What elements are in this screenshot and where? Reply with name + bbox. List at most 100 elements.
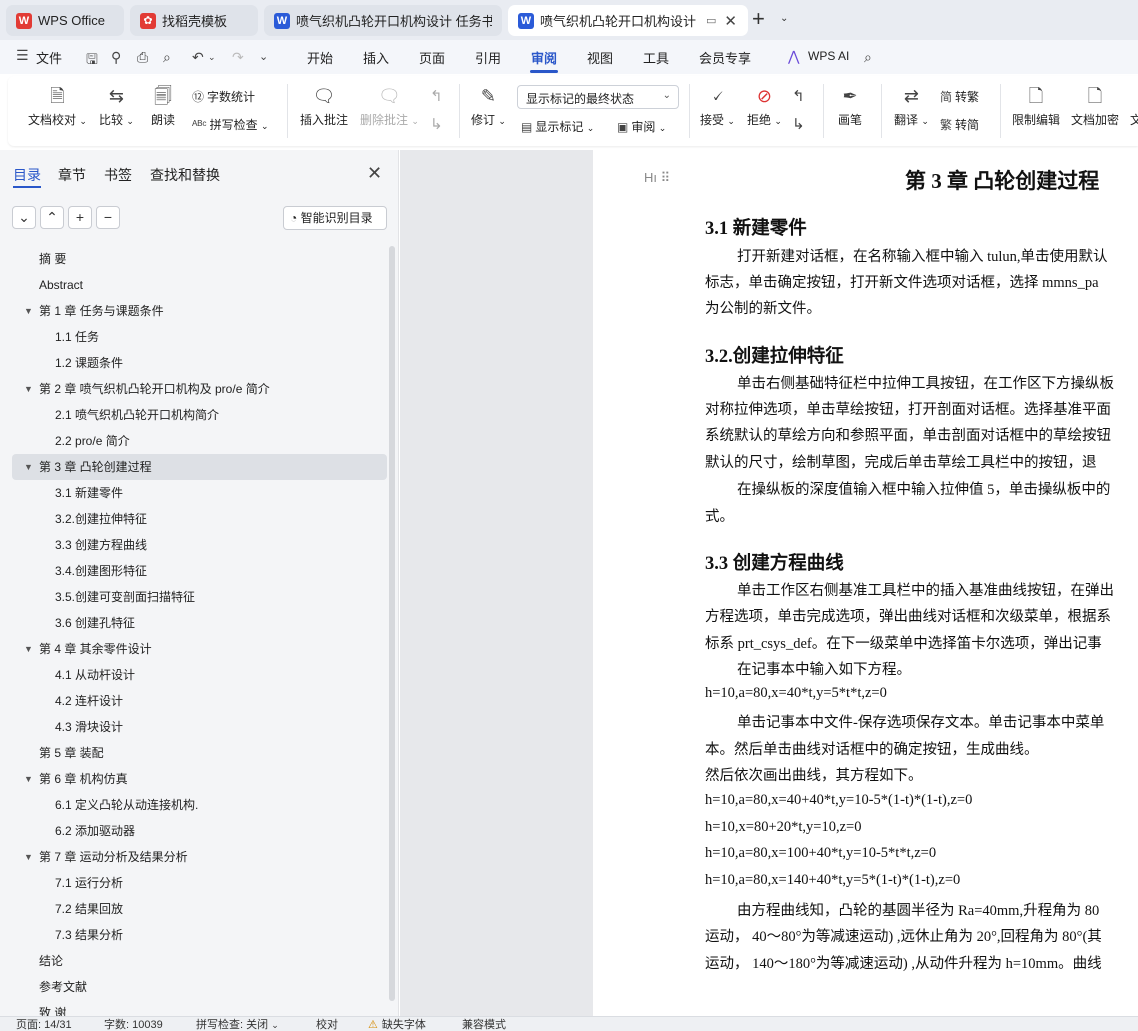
spell-check-status[interactable]: 拼写检查: 关闭 ⌄: [196, 1019, 279, 1031]
chevron-down-icon[interactable]: ⌄: [780, 13, 788, 24]
markup-display-select[interactable]: 显示标记的最终状态 ⌄: [517, 85, 679, 109]
print-icon[interactable]: ⎙: [137, 49, 148, 66]
remove-heading-icon[interactable]: −: [96, 206, 120, 229]
pen-button[interactable]: ✒ 画笔: [838, 85, 862, 128]
toc-item[interactable]: 1.2 课题条件: [12, 350, 387, 376]
missing-font-status[interactable]: ⚠ 缺失字体: [368, 1019, 426, 1031]
translate-button[interactable]: ⇄ 翻译 ⌄: [894, 85, 929, 128]
heading-drag-handle-icon[interactable]: Hı ⠿: [644, 170, 670, 186]
toc-item[interactable]: 3.1 新建零件: [12, 480, 387, 506]
delete-comment-button[interactable]: 🗨 删除批注 ⌄: [360, 85, 419, 128]
proofread-status[interactable]: 校对: [316, 1019, 338, 1031]
compat-mode-status[interactable]: 兼容模式: [462, 1019, 506, 1031]
toc-item[interactable]: ▼ 第 3 章 凸轮创建过程: [12, 454, 387, 480]
review-pane-button[interactable]: ▣ 审阅 ⌄: [617, 118, 666, 135]
undo-dropdown-icon[interactable]: ⌄: [208, 52, 216, 63]
tab-thesis-document[interactable]: W 喷气织机凸轮开口机构设计 毕 ▭ ✕: [508, 5, 748, 36]
menu-review[interactable]: 审阅: [531, 48, 557, 67]
toc-item[interactable]: 3.6 创建孔特征: [12, 610, 387, 636]
nav-tab-chapters[interactable]: 章节: [58, 165, 86, 185]
more-ribbon-button[interactable]: 文: [1130, 111, 1138, 128]
toc-item[interactable]: 参考文献: [12, 974, 387, 1000]
compare-button[interactable]: ⇆ 比较 ⌄: [99, 85, 134, 128]
toc-item[interactable]: 3.5.创建可变剖面扫描特征: [12, 584, 387, 610]
insert-comment-button[interactable]: 🗨 插入批注: [300, 85, 348, 128]
menu-references[interactable]: 引用: [475, 48, 501, 67]
expand-triangle-icon[interactable]: ▼: [24, 376, 33, 402]
redo-icon[interactable]: ↷: [232, 49, 244, 66]
nav-tab-find-replace[interactable]: 查找和替换: [150, 165, 220, 185]
expand-triangle-icon[interactable]: ▼: [24, 636, 33, 662]
menu-home[interactable]: 开始: [307, 48, 333, 67]
close-icon[interactable]: ✕: [367, 163, 382, 184]
share-icon[interactable]: ⚲: [111, 49, 121, 66]
toc-item[interactable]: 2.2 pro/e 简介: [12, 428, 387, 454]
previous-comment-icon[interactable]: ↰: [430, 87, 443, 105]
toc-item[interactable]: 第 5 章 装配: [12, 740, 387, 766]
search-icon[interactable]: ⌕: [864, 49, 872, 66]
close-tab-icon[interactable]: ✕: [724, 12, 737, 30]
to-traditional-button[interactable]: 简转繁: [940, 88, 979, 105]
expand-triangle-icon[interactable]: ▼: [24, 454, 33, 480]
tab-template[interactable]: ✿ 找稻壳模板: [130, 5, 258, 36]
next-comment-icon[interactable]: ↳: [430, 115, 443, 133]
word-count-button[interactable]: ⑫ 字数统计: [192, 88, 255, 105]
collapse-all-icon[interactable]: ⌄: [12, 206, 36, 229]
accept-button[interactable]: 🗸 接受 ⌄: [700, 85, 735, 128]
toc-item[interactable]: ▼ 第 1 章 任务与课题条件: [12, 298, 387, 324]
toc-item[interactable]: ▼ 第 2 章 喷气织机凸轮开口机构及 pro/e 简介: [12, 376, 387, 402]
word-count-indicator[interactable]: 字数: 10039: [104, 1019, 163, 1031]
toc-item[interactable]: 6.1 定义凸轮从动连接机构.: [12, 792, 387, 818]
document-page[interactable]: Hı ⠿ 第 3 章 凸轮创建过程 3.1 新建零件 打开新建对话框，在名称输入…: [593, 150, 1138, 1016]
restrict-editing-button[interactable]: 🗋 限制编辑: [1012, 85, 1060, 128]
spell-check-button[interactable]: ᴬᴮᶜ 拼写检查 ⌄: [192, 116, 269, 133]
page-indicator[interactable]: 页面: 14/31: [16, 1019, 72, 1031]
read-aloud-button[interactable]: 🗐 朗读: [151, 85, 175, 128]
next-change-icon[interactable]: ↳: [792, 115, 805, 133]
previous-change-icon[interactable]: ↰: [792, 87, 805, 105]
expand-triangle-icon[interactable]: ▼: [24, 298, 33, 324]
encrypt-document-button[interactable]: 🗋 文档加密: [1071, 85, 1119, 128]
toc-item[interactable]: 6.2 添加驱动器: [12, 818, 387, 844]
reject-button[interactable]: ⊘ 拒绝 ⌄: [747, 85, 782, 128]
toc-item[interactable]: Abstract: [12, 272, 387, 298]
track-changes-button[interactable]: ✎ 修订 ⌄: [471, 85, 506, 128]
toc-item[interactable]: 3.3 创建方程曲线: [12, 532, 387, 558]
toc-item[interactable]: 3.2.创建拉伸特征: [12, 506, 387, 532]
toc-item[interactable]: 1.1 任务: [12, 324, 387, 350]
save-icon[interactable]: 🖫: [86, 49, 98, 73]
nav-tab-toc[interactable]: 目录: [13, 165, 41, 185]
toc-item[interactable]: 7.2 结果回放: [12, 896, 387, 922]
new-tab-plus-icon[interactable]: +: [752, 8, 765, 30]
nav-scrollbar[interactable]: [389, 246, 395, 1001]
menu-page[interactable]: 页面: [419, 48, 445, 67]
toc-item[interactable]: 7.1 运行分析: [12, 870, 387, 896]
toc-item[interactable]: 4.3 滑块设计: [12, 714, 387, 740]
hamburger-menu-icon[interactable]: ☰: [16, 47, 29, 64]
menu-wps-ai[interactable]: WPS AI: [808, 49, 849, 63]
expand-up-icon[interactable]: ⌃: [40, 206, 64, 229]
toc-item[interactable]: 3.4.创建图形特征: [12, 558, 387, 584]
print-preview-icon[interactable]: ⌕: [163, 49, 171, 66]
screen-icon[interactable]: ▭: [706, 14, 716, 27]
more-chevron-icon[interactable]: ⌄: [259, 50, 268, 63]
expand-triangle-icon[interactable]: ▼: [24, 844, 33, 870]
tab-wps-office[interactable]: W WPS Office: [6, 5, 124, 36]
menu-view[interactable]: 视图: [587, 48, 613, 67]
menu-tools[interactable]: 工具: [643, 48, 669, 67]
toc-item[interactable]: ▼ 第 4 章 其余零件设计: [12, 636, 387, 662]
toc-item[interactable]: 7.3 结果分析: [12, 922, 387, 948]
tab-task-document[interactable]: W 喷气织机凸轮开口机构设计 任务书.do: [264, 5, 502, 36]
show-markup-button[interactable]: ▤ 显示标记 ⌄: [521, 118, 594, 135]
toc-item[interactable]: 4.1 从动杆设计: [12, 662, 387, 688]
expand-triangle-icon[interactable]: ▼: [24, 766, 33, 792]
to-simplified-button[interactable]: 繁转简: [940, 116, 979, 133]
toc-item[interactable]: ▼ 第 7 章 运动分析及结果分析: [12, 844, 387, 870]
doc-check-button[interactable]: 🗎 文档校对 ⌄: [28, 85, 87, 128]
undo-icon[interactable]: ↶: [192, 49, 204, 66]
toc-item[interactable]: 4.2 连杆设计: [12, 688, 387, 714]
toc-item[interactable]: 摘 要: [12, 246, 387, 272]
toc-item[interactable]: 2.1 喷气织机凸轮开口机构简介: [12, 402, 387, 428]
menu-file[interactable]: 文件: [36, 48, 62, 67]
toc-item[interactable]: ▼ 第 6 章 机构仿真: [12, 766, 387, 792]
